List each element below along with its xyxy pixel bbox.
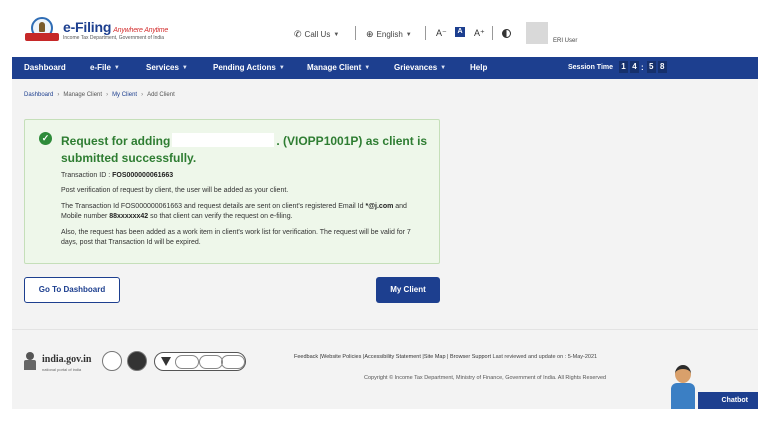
check-circle-icon: ✓ [39,132,52,145]
success-title: Request for adding. (VIOPP1001P) as clie… [61,133,431,167]
chevron-down-icon: ▼ [364,64,371,71]
language-dropdown[interactable]: ⊕ English ▼ [366,29,412,40]
nav-label: Help [470,63,488,72]
nav-label: Dashboard [24,63,66,72]
partner-logo-icon[interactable] [127,351,147,371]
india-gov-link[interactable]: india.gov.in [42,354,91,365]
chevron-down-icon: ▼ [333,31,340,38]
font-decrease-button[interactable]: A⁻ [436,28,447,39]
globe-icon: ⊕ [366,29,374,39]
chatbot-button[interactable]: Chatbot [698,392,758,409]
main-content: Dashboard › Manage Client › My Client › … [12,79,758,329]
breadcrumb-add-client: Add Client [147,92,175,98]
logo-title: e-Filing [63,18,112,35]
transaction-id-value: FOS000000061663 [112,172,174,179]
details-text: so that client can verify the request on… [148,213,293,220]
call-us-dropdown[interactable]: ✆ Call Us ▼ [294,29,339,40]
nav-manage-client[interactable]: Manage Client ▼ [307,63,370,72]
font-increase-button[interactable]: A⁺ [474,28,485,39]
logo-tagline: Anywhere Anytime [113,26,169,34]
session-timer: Session Time 1 4 : 5 8 [568,61,667,73]
phone-icon: ✆ [294,29,302,39]
transaction-id-label: Transaction ID : [61,172,113,179]
language-label: English [376,30,403,39]
session-colon: : [641,62,644,72]
chevron-down-icon: ▼ [405,31,412,38]
success-title-prefix: Request for adding [61,134,171,148]
chevron-down-icon: ▼ [440,64,447,71]
header: e-Filing Anywhere Anytime Income Tax Depa… [0,0,778,57]
breadcrumb-separator: › [106,92,109,98]
work-item-note: Also, the request has been added as a wo… [61,229,411,246]
go-to-dashboard-button[interactable]: Go To Dashboard [24,277,120,303]
masked-client-name [172,133,275,147]
breadcrumb-manage-client: Manage Client [63,92,103,98]
masked-email: *@j.com [365,203,394,210]
chevron-down-icon: ▼ [181,64,188,71]
breadcrumb-my-client[interactable]: My Client [112,92,137,98]
triangle-logo-icon [161,357,171,366]
footer-links: Feedback |Website Policies |Accessibilit… [294,352,659,362]
efiling-logo[interactable]: e-Filing Anywhere Anytime Income Tax Depa… [25,17,168,43]
nav-label: Manage Client [307,63,362,72]
copyright: Copyright © Income Tax Department, Minis… [364,375,607,381]
nav-label: Services [146,63,179,72]
chatbot-mascot[interactable] [668,365,698,409]
breadcrumb-separator: › [57,92,60,98]
transaction-id-line: Transaction ID : FOS000000061663 [61,171,411,181]
font-normal-button[interactable]: A [455,27,465,37]
badge-icon [199,355,223,369]
details-text: The Transaction Id FOS000000061663 and r… [61,203,364,210]
main-nav: Dashboard e-File ▼ Services ▼ Pending Acti… [12,57,758,79]
badge-icon [221,355,245,369]
success-message-box: ✓ Request for adding. (VIOPP1001P) as cl… [24,119,440,264]
verification-note: Post verification of request by client, … [61,187,289,194]
masked-mobile: 88xxxxxx42 [109,213,149,220]
user-label: ERI User [553,38,578,44]
divider [355,26,356,40]
last-reviewed: Last reviewed and update on : 5-May-2021 [490,354,598,360]
nav-efile[interactable]: e-File ▼ [90,63,120,72]
emblem-icon [25,17,59,43]
breadcrumb: Dashboard › Manage Client › My Client › … [24,92,175,98]
nav-help[interactable]: Help [470,63,487,72]
footer: india.gov.in national portal of india Fe… [12,329,758,409]
nav-label: Pending Actions [213,63,276,72]
nav-pending-actions[interactable]: Pending Actions ▼ [213,63,285,72]
session-digit: 1 [619,61,629,73]
footer-link-list[interactable]: Feedback |Website Policies |Accessibilit… [294,354,491,360]
partner-badges[interactable] [154,352,246,371]
nav-label: Grievances [394,63,438,72]
divider [425,26,426,40]
partner-logo-icon[interactable] [102,351,122,371]
session-digit: 4 [630,61,640,73]
badge-icon [175,355,199,369]
nav-label: e-File [90,63,111,72]
session-digit: 5 [646,61,656,73]
avatar[interactable] [526,22,548,44]
nav-dashboard[interactable]: Dashboard [24,63,66,72]
india-gov-subtitle: national portal of india [42,367,82,372]
national-emblem-icon [24,352,36,370]
nav-grievances[interactable]: Grievances ▼ [394,63,446,72]
chevron-down-icon: ▼ [278,64,285,71]
logo-subtitle: Income Tax Department, Government of Ind… [63,34,165,41]
my-client-button[interactable]: My Client [376,277,440,303]
divider [492,26,493,40]
nav-services[interactable]: Services ▼ [146,63,188,72]
breadcrumb-dashboard[interactable]: Dashboard [24,92,53,98]
contrast-icon[interactable] [502,29,511,38]
chevron-down-icon: ▼ [113,64,120,71]
call-us-label: Call Us [304,30,331,39]
session-label: Session Time [568,63,614,71]
details-sent-note: The Transaction Id FOS000000061663 and r… [61,202,411,222]
breadcrumb-separator: › [141,92,144,98]
session-digit: 8 [657,61,667,73]
